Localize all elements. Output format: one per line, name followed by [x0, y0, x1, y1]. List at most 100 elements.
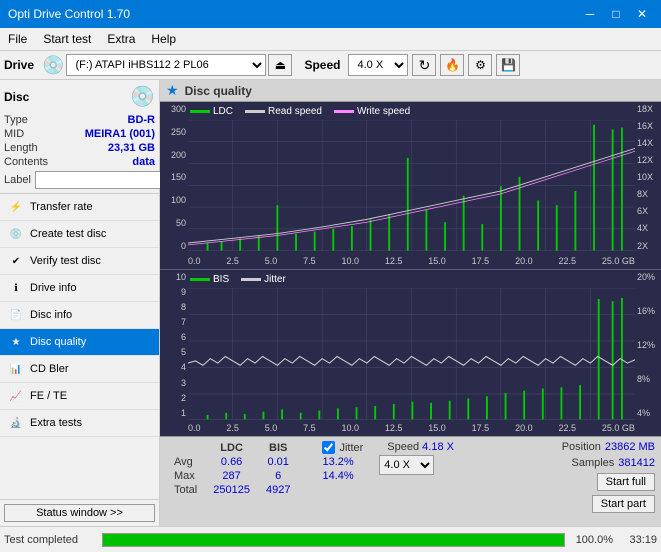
- chart-header: ★ Disc quality: [160, 80, 661, 102]
- disc-header-label: Disc: [4, 90, 29, 104]
- left-panel: Disc 💿 Type BD-R MID MEIRA1 (001) Length…: [0, 80, 160, 526]
- jitter-text: Jitter: [339, 442, 363, 454]
- bottom-legend: BIS Jitter: [190, 274, 286, 285]
- nav-item-disc-info[interactable]: 📄 Disc info: [0, 302, 159, 329]
- position-row: Position 23862 MB: [562, 441, 655, 453]
- label-key: Label: [4, 174, 31, 186]
- nav-label-extra-tests: Extra tests: [30, 417, 82, 429]
- chart-title-label: Disc quality: [185, 84, 252, 98]
- progress-bar-fill: [103, 534, 564, 546]
- save-button[interactable]: 💾: [496, 54, 520, 76]
- settings-button[interactable]: ⚙: [468, 54, 492, 76]
- type-value: BD-R: [128, 114, 156, 126]
- top-chart-canvas: [188, 120, 635, 253]
- col-header-bis: BIS: [258, 441, 298, 455]
- status-window-button[interactable]: Status window >>: [4, 504, 155, 522]
- speed-select-stats[interactable]: 4.0 X: [379, 455, 434, 475]
- nav-item-extra-tests[interactable]: 🔬 Extra tests: [0, 410, 159, 437]
- top-x-axis: 0.0 2.5 5.0 7.5 10.0 12.5 15.0 17.5 20.0…: [188, 253, 635, 269]
- bis-label: BIS: [213, 274, 229, 285]
- jitter-max-value: 14.4%: [322, 470, 353, 482]
- speed-select[interactable]: 4.0 X 2.0 X 8.0 X: [348, 54, 408, 76]
- position-value: 23862 MB: [605, 441, 655, 453]
- menu-help[interactable]: Help: [143, 30, 184, 48]
- write-speed-label: Write speed: [357, 106, 410, 117]
- disc-info-icon: 📄: [8, 307, 24, 323]
- nav-item-drive-info[interactable]: ℹ Drive info: [0, 275, 159, 302]
- create-test-disc-icon: 💿: [8, 226, 24, 242]
- nav-label-disc-quality: Disc quality: [30, 336, 86, 348]
- drive-select[interactable]: (F:) ATAPI iHBS112 2 PL06: [66, 54, 266, 76]
- drive-label: Drive: [4, 58, 34, 72]
- legend-ldc: LDC: [190, 106, 233, 117]
- disc-quality-icon: ★: [8, 334, 24, 350]
- menu-extra[interactable]: Extra: [99, 30, 143, 48]
- nav-item-cd-bler[interactable]: 📊 CD Bler: [0, 356, 159, 383]
- refresh-button[interactable]: ↻: [412, 54, 436, 76]
- verify-test-disc-icon: ✔: [8, 253, 24, 269]
- mid-label: MID: [4, 128, 24, 140]
- write-speed-color: [334, 110, 354, 113]
- ldc-color: [190, 110, 210, 113]
- bottom-chart-svg: [188, 288, 635, 421]
- bottom-x-axis: 0.0 2.5 5.0 7.5 10.0 12.5 15.0 17.5 20.0…: [188, 420, 635, 436]
- nav-label-drive-info: Drive info: [30, 282, 76, 294]
- menu-file[interactable]: File: [0, 30, 35, 48]
- read-speed-color: [245, 110, 265, 113]
- speed-row: Speed 4.18 X: [387, 441, 454, 453]
- fe-te-icon: 📈: [8, 388, 24, 404]
- window-controls: ─ □ ✕: [579, 5, 653, 23]
- start-part-button[interactable]: Start part: [592, 495, 655, 513]
- menu-start-test[interactable]: Start test: [35, 30, 99, 48]
- main-layout: Disc 💿 Type BD-R MID MEIRA1 (001) Length…: [0, 80, 661, 526]
- jitter-checkbox[interactable]: [322, 441, 335, 454]
- total-ldc: 250125: [205, 483, 258, 497]
- contents-value: data: [132, 156, 155, 168]
- max-bis: 6: [258, 469, 298, 483]
- close-button[interactable]: ✕: [631, 5, 653, 23]
- status-time: 33:19: [617, 534, 657, 546]
- bottom-chart-canvas: [188, 288, 635, 421]
- jitter-color: [241, 278, 261, 281]
- read-speed-label: Read speed: [268, 106, 322, 117]
- samples-label: Samples: [571, 457, 614, 469]
- ldc-label: LDC: [213, 106, 233, 117]
- type-label: Type: [4, 114, 28, 126]
- nav-item-create-test-disc[interactable]: 💿 Create test disc: [0, 221, 159, 248]
- total-bis: 4927: [258, 483, 298, 497]
- nav-label-transfer-rate: Transfer rate: [30, 201, 93, 213]
- legend-read-speed: Read speed: [245, 106, 322, 117]
- col-header-empty: [166, 441, 205, 455]
- maximize-button[interactable]: □: [605, 5, 627, 23]
- mid-value: MEIRA1 (001): [85, 128, 155, 140]
- speed-label: Speed: [304, 58, 340, 72]
- contents-label: Contents: [4, 156, 48, 168]
- nav-item-fe-te[interactable]: 📈 FE / TE: [0, 383, 159, 410]
- nav-item-verify-test-disc[interactable]: ✔ Verify test disc: [0, 248, 159, 275]
- bottom-y-axis-right: 20% 16% 12% 8% 4%: [635, 270, 661, 421]
- max-label: Max: [166, 469, 205, 483]
- avg-ldc: 0.66: [205, 455, 258, 469]
- drive-info-icon: ℹ: [8, 280, 24, 296]
- minimize-button[interactable]: ─: [579, 5, 601, 23]
- toolbar: Drive 💿 (F:) ATAPI iHBS112 2 PL06 ⏏ Spee…: [0, 51, 661, 80]
- top-y-axis-right: 18X 16X 14X 12X 10X 8X 6X 4X 2X: [635, 102, 661, 253]
- eject-button[interactable]: ⏏: [268, 54, 292, 76]
- nav-item-disc-quality[interactable]: ★ Disc quality: [0, 329, 159, 356]
- burn-button[interactable]: 🔥: [440, 54, 464, 76]
- start-full-button[interactable]: Start full: [597, 473, 655, 491]
- jitter-avg-row: 13.2%: [322, 456, 363, 468]
- stats-table: LDC BIS Avg 0.66 0.01 Max 287 6 Total: [166, 441, 298, 497]
- nav-item-transfer-rate[interactable]: ⚡ Transfer rate: [0, 194, 159, 221]
- legend-jitter: Jitter: [241, 274, 286, 285]
- transfer-rate-icon: ⚡: [8, 199, 24, 215]
- jitter-section: Jitter: [322, 441, 363, 454]
- speed-text: Speed: [387, 441, 422, 453]
- stats-row: LDC BIS Avg 0.66 0.01 Max 287 6 Total: [160, 436, 661, 526]
- label-input[interactable]: [35, 171, 169, 189]
- app-title: Opti Drive Control 1.70: [8, 7, 130, 21]
- avg-bis: 0.01: [258, 455, 298, 469]
- nav-list: ⚡ Transfer rate 💿 Create test disc ✔ Ver…: [0, 194, 159, 499]
- right-panel: ★ Disc quality LDC Read speed: [160, 80, 661, 526]
- charts-area: LDC Read speed Write speed 300 250: [160, 102, 661, 436]
